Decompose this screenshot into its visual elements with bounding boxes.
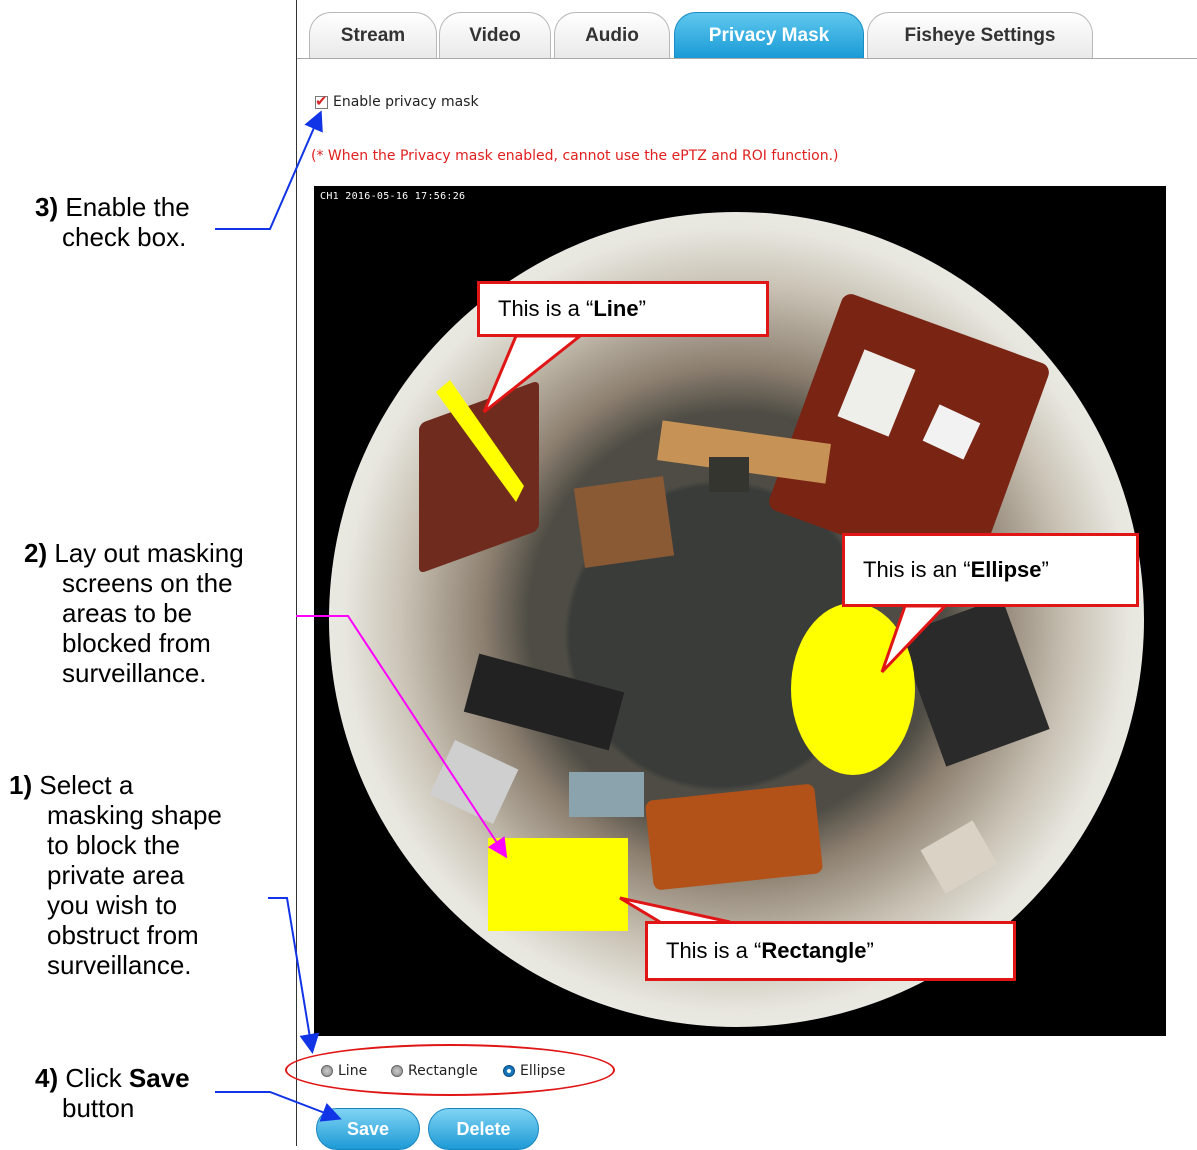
step4-line2: button	[62, 1093, 135, 1123]
step2-line3: areas to be	[62, 598, 193, 628]
step1-line7: surveillance.	[47, 950, 192, 980]
step1-line3: to block the	[47, 830, 180, 860]
step2-num: 2)	[24, 538, 48, 568]
step1-line5: you wish to	[47, 890, 178, 920]
step4-num: 4)	[35, 1063, 59, 1093]
rectangle-callout-suffix: ”	[866, 938, 874, 963]
step1-note: 1) Select a masking shape to block the p…	[9, 770, 222, 980]
step2-arrow	[296, 615, 508, 859]
ellipse-callout-suffix: ”	[1041, 557, 1049, 582]
line-callout-suffix: ”	[638, 296, 646, 321]
step1-line6: obstruct from	[47, 920, 199, 950]
step1-num: 1)	[9, 770, 33, 800]
step2-line1: Lay out masking	[54, 538, 244, 568]
step3-line2: check box.	[62, 222, 187, 252]
step3-arrow	[215, 110, 323, 230]
step3-num: 3)	[35, 192, 59, 222]
step2-line2: screens on the	[62, 568, 233, 598]
step3-note: 3) Enable the check box.	[35, 192, 190, 252]
step4-line1b: Save	[128, 1063, 190, 1093]
rectangle-callout: This is a “Rectangle”	[645, 921, 1016, 981]
ellipse-callout-tail	[880, 604, 949, 674]
step4-note: 4) Click Save button	[35, 1063, 190, 1123]
step1-line1: Select a	[39, 770, 134, 800]
step2-line4: blocked from	[62, 628, 211, 658]
step4-arrow	[215, 1091, 342, 1122]
step1-line2: masking shape	[47, 800, 222, 830]
step2-note: 2) Lay out masking screens on the areas …	[24, 538, 244, 688]
step1-arrow	[268, 897, 320, 1054]
step4-line1a: Click	[65, 1063, 129, 1093]
ellipse-callout: This is an “Ellipse”	[842, 533, 1139, 607]
ellipse-callout-prefix: This is an “	[863, 557, 971, 582]
rectangle-callout-tail	[619, 896, 731, 924]
line-callout-bold: Line	[593, 296, 639, 321]
ellipse-callout-bold: Ellipse	[970, 557, 1042, 582]
line-callout-prefix: This is a “	[498, 296, 594, 321]
step1-line4: private area	[47, 860, 185, 890]
rectangle-callout-prefix: This is a “	[666, 938, 762, 963]
rectangle-callout-bold: Rectangle	[761, 938, 867, 963]
line-callout: This is a “Line”	[477, 281, 769, 337]
line-callout-tail	[482, 334, 585, 414]
step3-line1: Enable the	[65, 192, 190, 222]
step2-line5: surveillance.	[62, 658, 207, 688]
